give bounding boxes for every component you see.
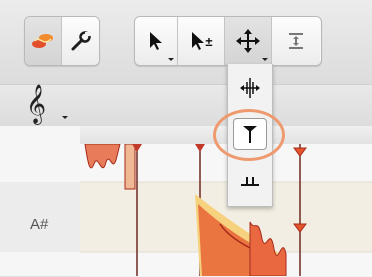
wrench-icon bbox=[71, 31, 91, 51]
pointer-icon bbox=[150, 32, 162, 50]
chevron-down-icon bbox=[168, 58, 174, 61]
key-row bbox=[0, 126, 80, 183]
toolbar: ± bbox=[0, 0, 372, 84]
secondary-toolbar: 𝄞 bbox=[0, 84, 372, 127]
plus-minus-label: ± bbox=[205, 33, 213, 49]
note-editor[interactable]: A# bbox=[0, 126, 372, 277]
tool-group: ± bbox=[134, 16, 322, 66]
time-stretch-option[interactable] bbox=[228, 70, 272, 106]
settings-button[interactable] bbox=[62, 17, 99, 65]
notes-view-button[interactable] bbox=[25, 17, 62, 65]
pointer-plus-minus-button[interactable]: ± bbox=[178, 17, 225, 65]
separation-option[interactable] bbox=[228, 164, 272, 200]
view-toggle-group bbox=[24, 16, 100, 66]
vertical-align-icon bbox=[289, 33, 303, 49]
chevron-down-icon[interactable] bbox=[62, 116, 68, 119]
separation-icon bbox=[241, 177, 259, 186]
vertical-align-button[interactable] bbox=[272, 17, 320, 65]
pitch-ruler: A# bbox=[0, 126, 81, 277]
highlight-circle bbox=[213, 109, 285, 161]
treble-clef-icon[interactable]: 𝄞 bbox=[26, 87, 46, 121]
notes-tool-icon bbox=[32, 34, 53, 48]
pitch-label: A# bbox=[30, 216, 49, 233]
pointer-tool-button[interactable] bbox=[135, 17, 178, 65]
time-stretch-icon bbox=[240, 78, 260, 98]
chevron-down-icon bbox=[262, 58, 268, 61]
move-tool-icon bbox=[236, 29, 260, 53]
key-row bbox=[0, 252, 80, 277]
move-tool-button[interactable] bbox=[225, 17, 272, 65]
waveform-area[interactable] bbox=[80, 144, 372, 276]
